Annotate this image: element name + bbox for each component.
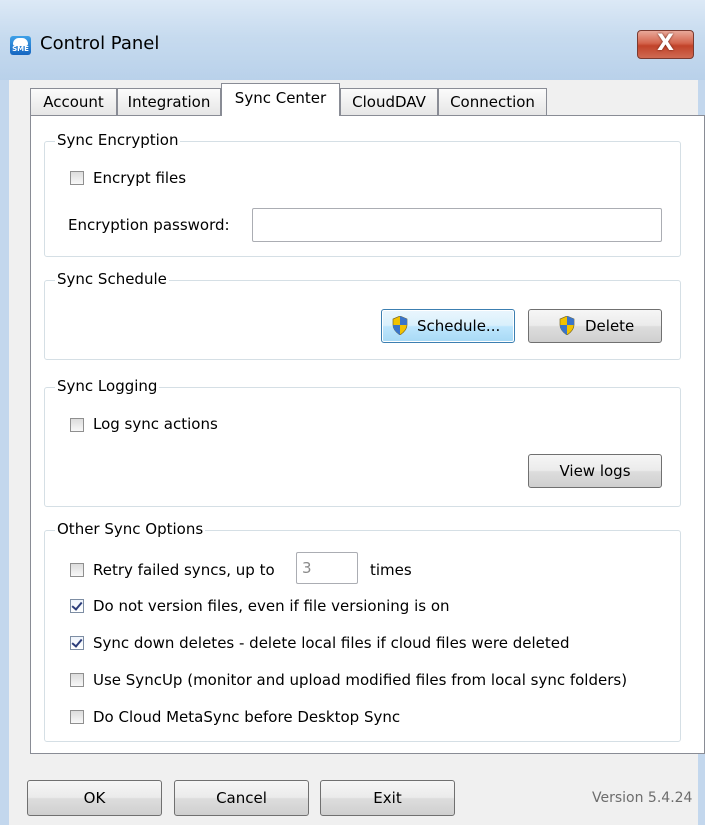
log-sync-actions-checkbox[interactable] [70, 418, 84, 432]
retry-failed-syncs-label: Retry failed syncs, up to [93, 561, 275, 579]
retry-count-input[interactable] [296, 552, 358, 584]
tab-integration[interactable]: Integration [117, 88, 221, 115]
schedule-button-label: Schedule... [417, 317, 501, 335]
window-title: Control Panel [40, 33, 160, 54]
exit-button[interactable]: Exit [320, 780, 455, 816]
use-syncup-label: Use SyncUp (monitor and upload modified … [93, 671, 628, 689]
delete-button-label: Delete [585, 317, 635, 335]
tab-connection[interactable]: Connection [438, 88, 547, 115]
cloud-metasync-label: Do Cloud MetaSync before Desktop Sync [93, 708, 401, 726]
sync-down-deletes-checkbox[interactable] [70, 636, 84, 650]
ok-button[interactable]: OK [27, 780, 162, 816]
group-title-schedule: Sync Schedule [55, 270, 169, 288]
use-syncup-checkbox[interactable] [70, 673, 84, 687]
sync-logging-group: Sync Logging [44, 377, 681, 507]
encrypt-files-label: Encrypt files [93, 169, 187, 187]
group-title-other: Other Sync Options [55, 520, 206, 538]
retry-failed-syncs-checkbox[interactable] [70, 563, 84, 577]
cloud-metasync-checkbox[interactable] [70, 710, 84, 724]
tab-account[interactable]: Account [30, 88, 117, 115]
app-logo-icon: SME [10, 36, 31, 55]
cancel-button[interactable]: Cancel [174, 780, 309, 816]
schedule-button[interactable]: Schedule... [381, 309, 515, 343]
group-title-logging: Sync Logging [55, 377, 160, 395]
delete-schedule-button[interactable]: Delete [528, 309, 662, 343]
sync-down-deletes-label: Sync down deletes - delete local files i… [93, 634, 570, 652]
title-bar: SME Control Panel X [0, 0, 705, 81]
log-sync-actions-label: Log sync actions [93, 415, 218, 433]
no-version-files-checkbox[interactable] [70, 599, 84, 613]
retry-times-label: times [370, 561, 412, 579]
uac-shield-icon [392, 316, 408, 335]
encrypt-files-checkbox[interactable] [70, 171, 84, 185]
window-border-left [0, 80, 9, 825]
close-button[interactable]: X [637, 30, 694, 59]
encryption-password-input[interactable] [252, 208, 662, 242]
view-logs-button[interactable]: View logs [528, 454, 662, 488]
encryption-password-label: Encryption password: [68, 216, 230, 234]
no-version-files-label: Do not version files, even if file versi… [93, 597, 450, 615]
uac-shield-icon [559, 316, 575, 335]
version-label: Version 5.4.24 [592, 790, 693, 806]
group-title-encryption: Sync Encryption [55, 131, 181, 149]
tab-clouddav[interactable]: CloudDAV [340, 88, 438, 115]
tab-sync-center[interactable]: Sync Center [221, 83, 340, 116]
